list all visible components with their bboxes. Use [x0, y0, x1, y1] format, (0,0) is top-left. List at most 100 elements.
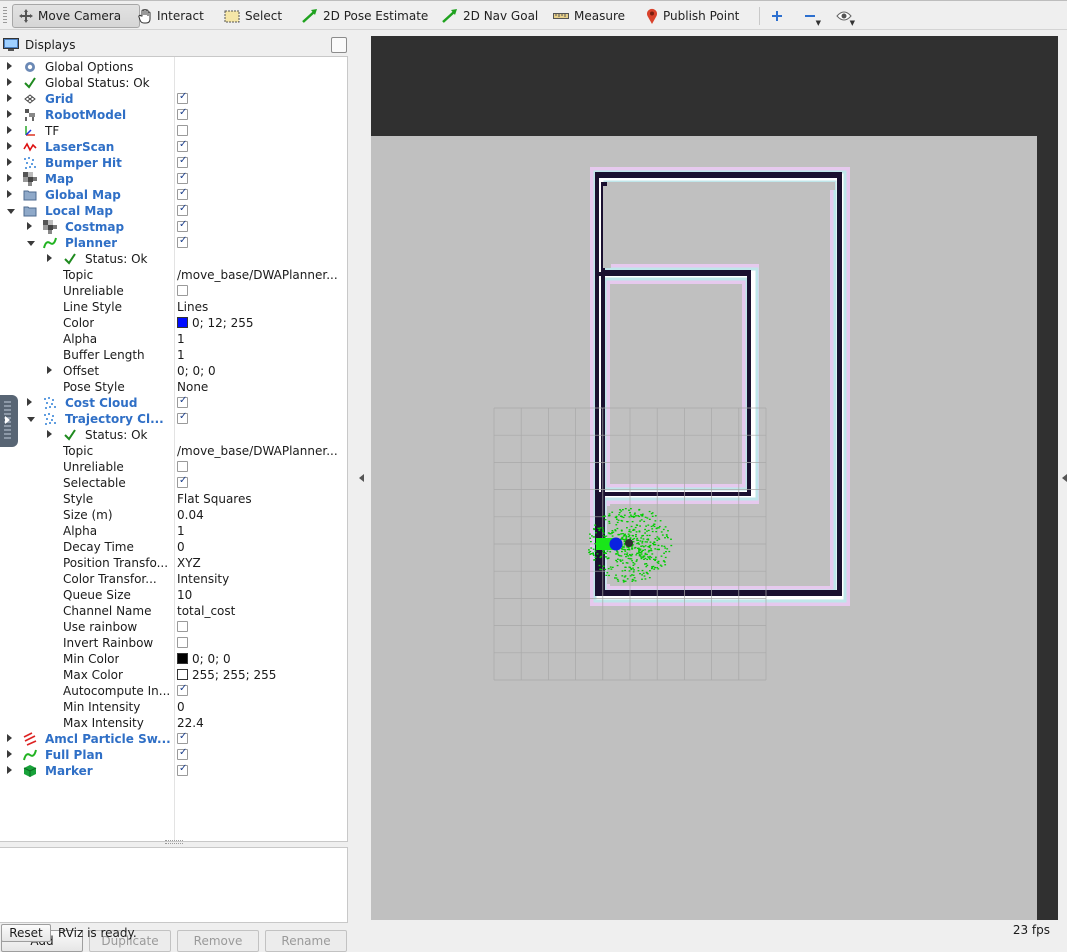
tree-row[interactable]: Global Map: [0, 187, 347, 203]
tree-row[interactable]: LaserScan: [0, 139, 347, 155]
tool-properties-handle[interactable]: [0, 395, 18, 447]
tree-row[interactable]: Buffer Length 1: [0, 347, 347, 363]
interact-tool[interactable]: Interact: [132, 4, 210, 28]
enable-checkbox[interactable]: [177, 171, 188, 184]
enable-checkbox[interactable]: [177, 683, 188, 696]
toolbar-grip[interactable]: [3, 7, 7, 25]
expand-closed-icon[interactable]: [47, 430, 52, 438]
tree-row[interactable]: Use rainbow: [0, 619, 347, 635]
tree-row[interactable]: Global Status: Ok: [0, 75, 347, 91]
tree-row[interactable]: Bumper Hit: [0, 155, 347, 171]
tree-row[interactable]: Pose Style None: [0, 379, 347, 395]
tree-row[interactable]: Max Intensity 22.4: [0, 715, 347, 731]
enable-checkbox[interactable]: [177, 91, 188, 104]
tree-row[interactable]: Alpha 1: [0, 523, 347, 539]
property-value[interactable]: None: [177, 379, 345, 395]
move-camera-tool[interactable]: Move Camera: [12, 4, 140, 28]
enable-checkbox[interactable]: [177, 475, 188, 488]
expand-open-icon[interactable]: [7, 209, 15, 214]
reset-button[interactable]: Reset: [1, 924, 51, 942]
property-value[interactable]: total_cost: [177, 603, 345, 619]
expand-closed-icon[interactable]: [47, 254, 52, 262]
property-value[interactable]: 0: [177, 539, 345, 555]
panel-splitter[interactable]: [165, 840, 183, 844]
enable-checkbox[interactable]: [177, 155, 188, 168]
enable-checkbox[interactable]: [177, 731, 188, 744]
pose-estimate-tool[interactable]: 2D Pose Estimate: [296, 4, 434, 28]
expand-closed-icon[interactable]: [7, 78, 12, 86]
enable-checkbox[interactable]: [177, 235, 188, 248]
property-value[interactable]: XYZ: [177, 555, 345, 571]
enable-checkbox[interactable]: [177, 125, 188, 136]
collapse-right-arrow[interactable]: [1062, 474, 1067, 482]
property-value[interactable]: 1: [177, 347, 345, 363]
view-panels-button[interactable]: ▼: [833, 6, 855, 27]
property-value[interactable]: 0; 0; 0: [177, 651, 345, 667]
enable-checkbox[interactable]: [177, 107, 188, 120]
tree-row[interactable]: Offset 0; 0; 0: [0, 363, 347, 379]
tree-row[interactable]: Invert Rainbow: [0, 635, 347, 651]
enable-checkbox[interactable]: [177, 203, 188, 216]
expand-closed-icon[interactable]: [7, 750, 12, 758]
property-value[interactable]: /move_base/DWAPlanner...: [177, 443, 345, 459]
tree-row[interactable]: Position Transfo... XYZ: [0, 555, 347, 571]
expand-closed-icon[interactable]: [7, 142, 12, 150]
property-value[interactable]: 1: [177, 523, 345, 539]
expand-closed-icon[interactable]: [27, 222, 32, 230]
publish-point-tool[interactable]: Publish Point: [640, 4, 745, 28]
tree-row[interactable]: Alpha 1: [0, 331, 347, 347]
tree-row[interactable]: Grid: [0, 91, 347, 107]
enable-checkbox[interactable]: [177, 411, 188, 424]
tree-row[interactable]: Color 0; 12; 255: [0, 315, 347, 331]
tree-row[interactable]: Status: Ok: [0, 251, 347, 267]
remove-tool-button[interactable]: ▼: [799, 6, 821, 27]
expand-closed-icon[interactable]: [27, 398, 32, 406]
tree-row[interactable]: RobotModel: [0, 107, 347, 123]
expand-open-icon[interactable]: [27, 241, 35, 246]
tree-row[interactable]: Queue Size 10: [0, 587, 347, 603]
collapse-left-arrow[interactable]: [359, 474, 364, 482]
property-value[interactable]: 22.4: [177, 715, 345, 731]
tree-row[interactable]: Topic/move_base/DWAPlanner...: [0, 443, 347, 459]
property-value[interactable]: 255; 255; 255: [177, 667, 345, 683]
expand-closed-icon[interactable]: [7, 766, 12, 774]
enable-checkbox[interactable]: [177, 395, 188, 408]
expand-closed-icon[interactable]: [47, 366, 52, 374]
tree-row[interactable]: TF: [0, 123, 347, 139]
enable-checkbox[interactable]: [177, 219, 188, 232]
expand-open-icon[interactable]: [27, 417, 35, 422]
tree-row[interactable]: Unreliable: [0, 283, 347, 299]
tree-row[interactable]: Line Style Lines: [0, 299, 347, 315]
enable-checkbox[interactable]: [177, 621, 188, 632]
enable-checkbox[interactable]: [177, 763, 188, 776]
property-value[interactable]: 0; 12; 255: [177, 315, 345, 331]
enable-checkbox[interactable]: [177, 747, 188, 760]
expand-closed-icon[interactable]: [7, 94, 12, 102]
tree-row[interactable]: Style Flat Squares: [0, 491, 347, 507]
expand-closed-icon[interactable]: [7, 62, 12, 70]
tree-row[interactable]: Costmap: [0, 219, 347, 235]
property-value[interactable]: Flat Squares: [177, 491, 345, 507]
expand-closed-icon[interactable]: [7, 158, 12, 166]
enable-checkbox[interactable]: [177, 187, 188, 200]
tree-row[interactable]: Full Plan: [0, 747, 347, 763]
undock-button[interactable]: [331, 37, 347, 53]
property-value[interactable]: /move_base/DWAPlanner...: [177, 267, 345, 283]
add-tool-button[interactable]: [766, 6, 788, 26]
tree-row[interactable]: Color Transfor... Intensity: [0, 571, 347, 587]
property-value[interactable]: 0; 0; 0: [177, 363, 345, 379]
measure-tool[interactable]: Measure: [547, 4, 631, 28]
nav-goal-tool[interactable]: 2D Nav Goal: [436, 4, 544, 28]
property-value[interactable]: Lines: [177, 299, 345, 315]
tree-row[interactable]: Marker: [0, 763, 347, 779]
enable-checkbox[interactable]: [177, 285, 188, 296]
property-value[interactable]: 0.04: [177, 507, 345, 523]
expand-closed-icon[interactable]: [7, 734, 12, 742]
enable-checkbox[interactable]: [177, 637, 188, 648]
expand-closed-icon[interactable]: [7, 110, 12, 118]
tree-row[interactable]: Global Options: [0, 59, 347, 75]
render-view[interactable]: [371, 36, 1058, 920]
tree-row[interactable]: Size (m) 0.04: [0, 507, 347, 523]
tree-row[interactable]: Topic/move_base/DWAPlanner...: [0, 267, 347, 283]
tree-row[interactable]: Trajectory Cl...: [0, 411, 347, 427]
